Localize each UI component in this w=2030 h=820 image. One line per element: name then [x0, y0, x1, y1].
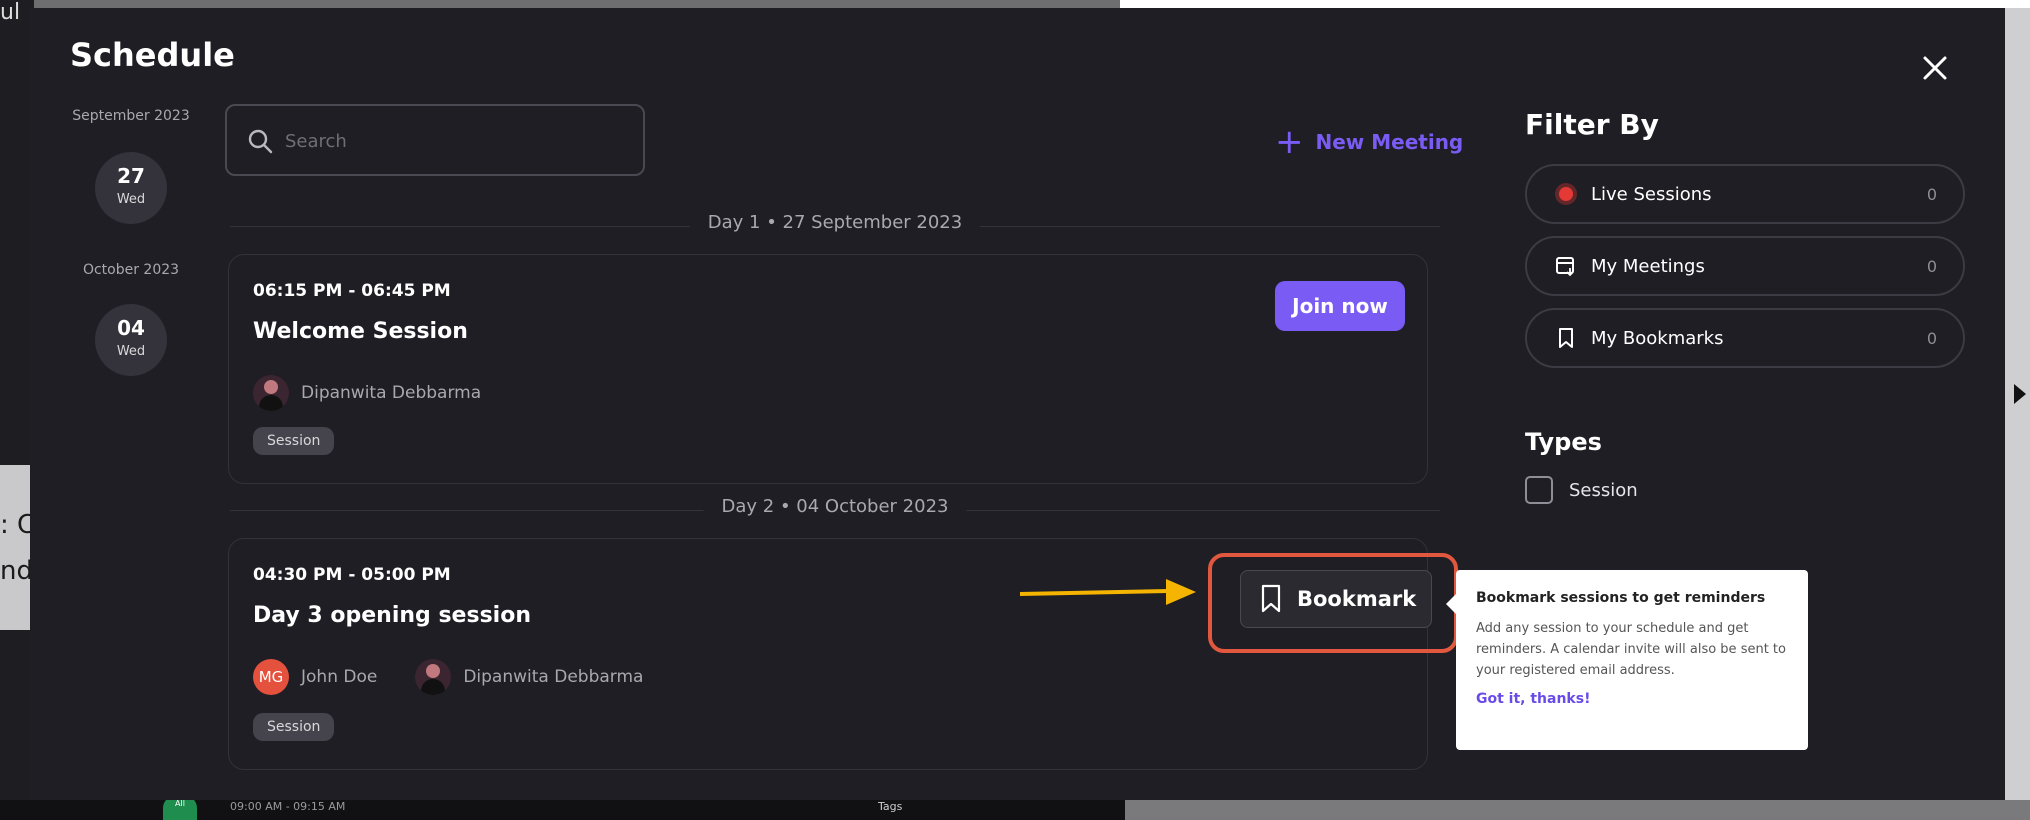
session-time: 06:15 PM - 06:45 PM [253, 281, 451, 301]
checkbox[interactable] [1525, 476, 1553, 504]
date-weekday: Wed [116, 344, 146, 359]
session-card[interactable]: 06:15 PM - 06:45 PM Welcome Session Dipa… [228, 254, 1428, 484]
got-it-link[interactable]: Got it, thanks! [1476, 691, 1590, 707]
session-tag: Session [253, 713, 335, 741]
date-number: 27 [117, 164, 145, 188]
day-label: Day 1 • 27 September 2023 [689, 212, 981, 233]
filter-live-sessions[interactable]: Live Sessions 0 [1525, 164, 1965, 224]
session-tag: Session [253, 427, 335, 455]
background-page-right [2002, 0, 2030, 820]
live-dot-icon [1559, 187, 1573, 201]
month-label: October 2023 [82, 262, 180, 278]
filter-count: 0 [1926, 184, 1937, 204]
avatar [415, 659, 452, 695]
join-now-button[interactable]: Join now [1275, 281, 1405, 331]
bookmark-icon [1261, 584, 1281, 613]
speaker-name: Dipanwita Debbarma [301, 383, 482, 403]
date-weekday: Wed [116, 192, 146, 207]
type-label: Session [1569, 479, 1638, 501]
tooltip-title: Bookmark sessions to get reminders [1476, 590, 1766, 606]
search-input[interactable] [285, 124, 625, 158]
background-panel-left [0, 465, 34, 630]
filter-my-meetings[interactable]: My Meetings 0 [1525, 236, 1965, 296]
new-meeting-button[interactable]: + New Meeting [1275, 122, 1464, 162]
avatar [253, 375, 289, 411]
date-pill-04[interactable]: 04 Wed [95, 304, 167, 376]
filter-count: 0 [1926, 256, 1937, 276]
bookmark-button[interactable]: Bookmark [1240, 570, 1432, 628]
annotation-arrow-icon [1020, 579, 1196, 605]
search-box[interactable] [225, 104, 645, 176]
new-meeting-label: New Meeting [1315, 130, 1464, 154]
close-icon[interactable] [1915, 48, 1955, 88]
background-footer-right [1125, 800, 2030, 820]
speaker[interactable]: Dipanwita Debbarma [253, 375, 481, 411]
date-pill-27[interactable]: 27 Wed [95, 152, 167, 224]
plus-icon: + [1275, 122, 1304, 162]
speaker-list: MG John Doe Dipanwita Debbarma [253, 659, 643, 695]
speaker[interactable]: Dipanwita Debbarma [415, 659, 643, 695]
cursor-icon [2014, 384, 2026, 404]
session-title: Day 3 opening session [253, 603, 531, 628]
session-title: Welcome Session [253, 319, 468, 344]
date-number: 04 [117, 316, 145, 340]
background-text: nd [0, 556, 33, 586]
speaker-name: John Doe [301, 667, 378, 687]
schedule-modal: Schedule September 2023 27 Wed October 2… [30, 8, 2005, 800]
modal-title: Schedule [70, 36, 235, 74]
calendar-icon [1556, 257, 1574, 277]
bookmark-icon [1559, 328, 1573, 348]
background-tags: Tags [878, 800, 903, 813]
session-time: 04:30 PM - 05:00 PM [253, 565, 451, 585]
speaker[interactable]: MG John Doe [253, 659, 377, 695]
bookmark-label: Bookmark [1297, 587, 1417, 611]
filter-label: My Bookmarks [1591, 327, 1724, 349]
avatar: MG [253, 659, 289, 695]
filter-label: Live Sessions [1591, 183, 1712, 205]
background-page-left [0, 0, 34, 820]
search-icon [248, 129, 273, 154]
background-text: ul [0, 0, 21, 25]
types-title: Types [1525, 428, 1602, 456]
tooltip-body: Add any session to your schedule and get… [1476, 621, 1786, 678]
background-strip [1120, 0, 2030, 8]
filter-count: 0 [1926, 328, 1937, 348]
speaker-list: Dipanwita Debbarma [253, 375, 481, 411]
filter-title: Filter By [1525, 108, 1659, 141]
day-separator: Day 2 • 04 October 2023 [230, 496, 1440, 526]
speaker-name: Dipanwita Debbarma [463, 667, 644, 687]
type-checkbox-session[interactable]: Session [1525, 476, 1638, 504]
filter-my-bookmarks[interactable]: My Bookmarks 0 [1525, 308, 1965, 368]
bookmark-tooltip: Bookmark sessions to get reminders Add a… [1446, 570, 1808, 750]
filter-label: My Meetings [1591, 255, 1705, 277]
day-separator: Day 1 • 27 September 2023 [230, 212, 1440, 242]
day-label: Day 2 • 04 October 2023 [703, 496, 967, 517]
background-time: 09:00 AM - 09:15 AM [230, 800, 346, 813]
month-label: September 2023 [72, 108, 190, 124]
